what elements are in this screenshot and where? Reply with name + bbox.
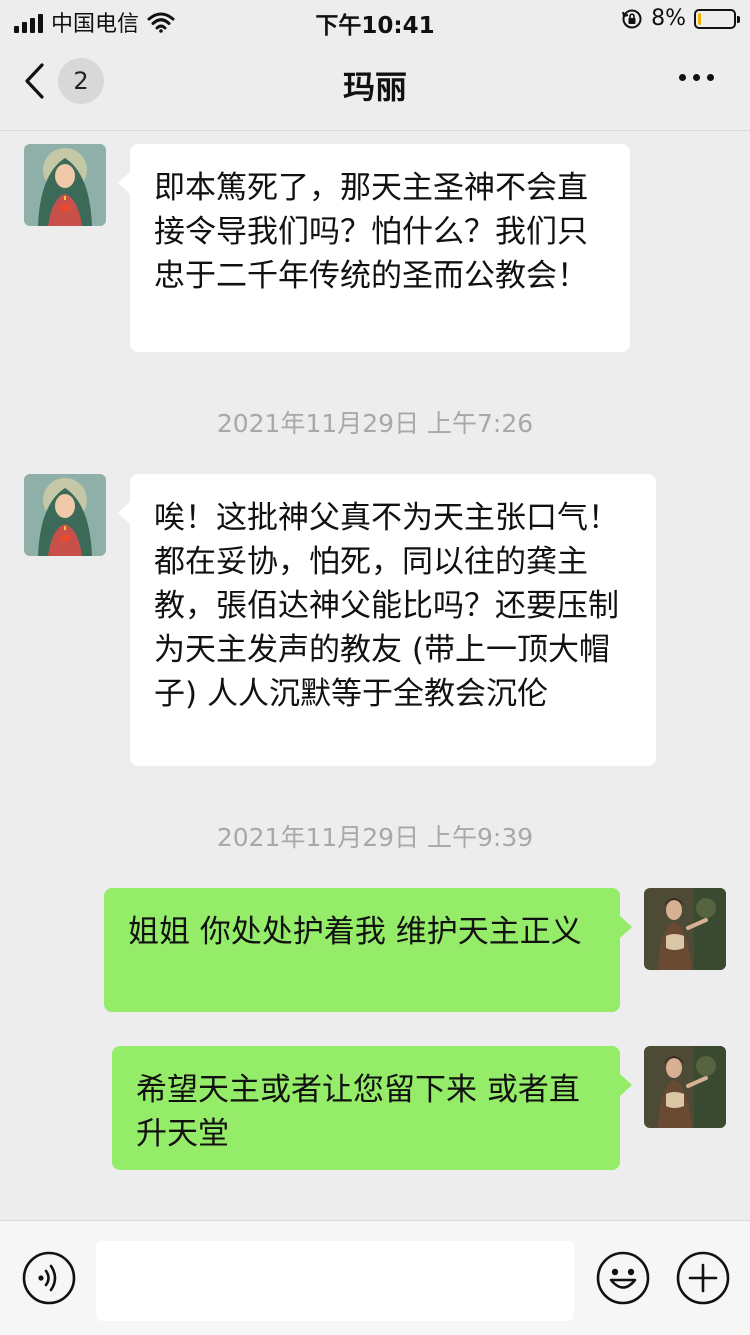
chat-header: 2 玛丽	[0, 40, 750, 131]
more-button[interactable]	[679, 74, 714, 81]
plus-button[interactable]	[676, 1251, 730, 1305]
message-input-bar	[0, 1220, 750, 1335]
virgin-mary-avatar[interactable]	[24, 474, 106, 556]
message-text: 姐姐 你处处护着我 维护天主正义	[128, 914, 582, 950]
message-bubble-outgoing[interactable]: 希望天主或者让您留下来 或者直升天堂	[112, 1046, 632, 1170]
virgin-mary-avatar[interactable]	[24, 144, 106, 226]
message-text: 希望天主或者让您留下来 或者直升天堂	[136, 1072, 580, 1152]
painting-woman-avatar[interactable]	[644, 1046, 726, 1128]
message-bubble-outgoing[interactable]: 姐姐 你处处护着我 维护天主正义	[104, 888, 632, 1012]
voice-icon	[22, 1251, 76, 1305]
emoji-icon	[596, 1251, 650, 1305]
timestamp: 2021年11月29日 上午7:26	[216, 409, 534, 438]
message-input[interactable]	[96, 1241, 574, 1321]
more-icon	[679, 74, 686, 81]
message-bubble-incoming[interactable]: 即本篤死了，那天主圣神不会直接令导我们吗？怕什么？我们只忠于二千年传统的圣而公教…	[118, 144, 630, 352]
battery-percent: 8%	[651, 6, 686, 31]
status-right: 8%	[621, 6, 740, 31]
message-bubble-incoming[interactable]: 唉！这批神父真不为天主张口气！都在妥协，怕死，同以往的龚主教，張佰达神父能比吗？…	[118, 474, 656, 766]
message-text: 唉！这批神父真不为天主张口气！都在妥协，怕死，同以往的龚主教，張佰达神父能比吗？…	[154, 500, 619, 712]
emoji-button[interactable]	[596, 1251, 650, 1305]
painting-woman-avatar[interactable]	[644, 888, 726, 970]
chat-title: 玛丽	[342, 68, 407, 106]
plus-icon	[676, 1251, 730, 1305]
timestamp: 2021年11月29日 上午9:39	[216, 823, 534, 852]
rotation-lock-icon	[622, 9, 642, 28]
battery-fill	[698, 12, 701, 25]
battery-icon	[694, 8, 740, 29]
status-bar: 中国电信 下午10:41 8%	[0, 0, 750, 40]
voice-button[interactable]	[22, 1251, 76, 1305]
message-text: 即本篤死了，那天主圣神不会直接令导我们吗？怕什么？我们只忠于二千年传统的圣而公教…	[154, 170, 588, 294]
